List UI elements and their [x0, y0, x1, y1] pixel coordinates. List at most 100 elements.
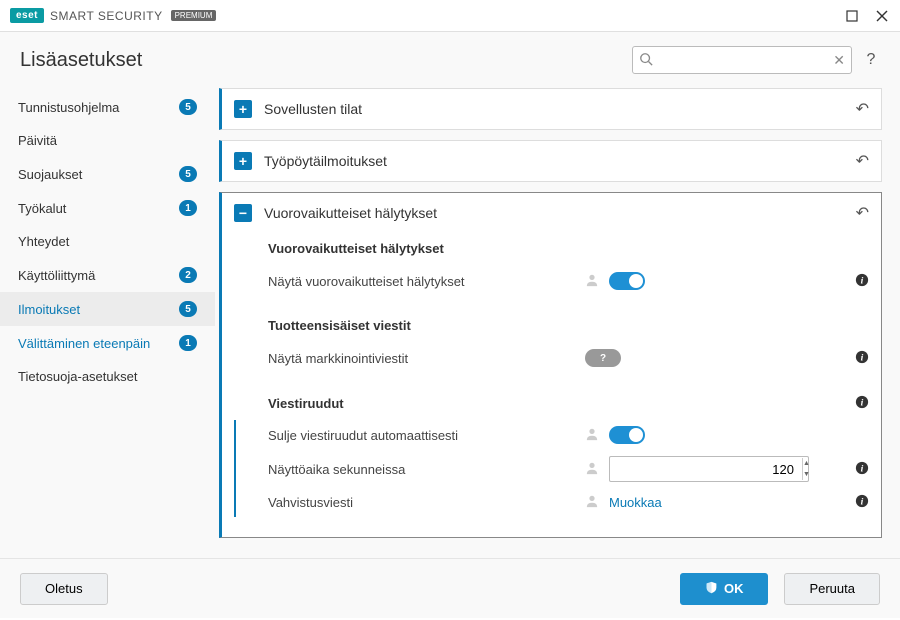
info-icon[interactable]: i [855, 494, 869, 511]
panel-interactive-alerts: − Vuorovaikutteiset hälytykset ↶ Vuorova… [219, 192, 882, 538]
close-button[interactable] [874, 8, 890, 24]
help-button[interactable]: ? [862, 51, 880, 69]
person-icon [585, 461, 599, 478]
sidebar-item-paivita[interactable]: Päivitä [0, 124, 215, 157]
default-button[interactable]: Oletus [20, 573, 108, 605]
undo-icon[interactable]: ↶ [856, 99, 869, 119]
page-title: Lisäasetukset [20, 49, 142, 72]
sidebar-item-label: Suojaukset [18, 167, 171, 182]
toggle-auto-close[interactable] [609, 426, 645, 444]
undo-icon[interactable]: ↶ [856, 203, 869, 223]
info-icon[interactable]: i [855, 395, 869, 412]
sidebar-item-kayttoliittyma[interactable]: Käyttöliittymä 2 [0, 258, 215, 292]
product-name: SMART SECURITY [50, 9, 163, 23]
sidebar-item-ilmoitukset[interactable]: Ilmoitukset 5 [0, 292, 215, 326]
info-icon[interactable]: i [855, 273, 869, 290]
search-icon [639, 52, 653, 69]
sidebar-item-label: Yhteydet [18, 234, 197, 249]
subsection-title: Vuorovaikutteiset hälytykset [268, 241, 869, 256]
display-time-spinner[interactable]: ▲ ▼ [609, 456, 809, 482]
footer: Oletus OK Peruuta [0, 558, 900, 618]
sidebar-item-label: Tietosuoja-asetukset [18, 369, 197, 384]
collapse-icon[interactable]: − [234, 204, 252, 222]
expand-icon[interactable]: + [234, 152, 252, 170]
window-controls [844, 8, 890, 24]
display-time-input[interactable] [610, 462, 802, 477]
badge: 5 [179, 99, 197, 115]
sidebar-item-label: Käyttöliittymä [18, 268, 171, 283]
row-label: Sulje viestiruudut automaattisesti [268, 428, 585, 443]
person-icon [585, 494, 599, 511]
sidebar-item-label: Tunnistusohjelma [18, 100, 171, 115]
row-confirmation: Vahvistusviesti Muokkaa i [268, 488, 869, 517]
panel-desktop-notifications: + Työpöytäilmoitukset ↶ [219, 140, 882, 182]
row-auto-close: Sulje viestiruudut automaattisesti [268, 420, 869, 450]
undo-icon[interactable]: ↶ [856, 151, 869, 171]
search-input[interactable] [653, 53, 833, 68]
row-label: Vahvistusviesti [268, 495, 585, 510]
panel-body: Vuorovaikutteiset hälytykset Näytä vuoro… [222, 233, 881, 537]
row-show-marketing: Näytä markkinointiviestit ? i [268, 343, 869, 373]
info-icon[interactable]: i [855, 350, 869, 367]
expand-icon[interactable]: + [234, 100, 252, 118]
sidebar-item-tietosuoja[interactable]: Tietosuoja-asetukset [0, 360, 215, 393]
brand-logo: eset [10, 8, 44, 23]
sidebar-item-suojaukset[interactable]: Suojaukset 5 [0, 157, 215, 191]
spinner-up-icon[interactable]: ▲ [803, 458, 810, 469]
clear-search-icon[interactable]: ✕ [833, 52, 845, 69]
panel-header-desktop-notifications[interactable]: + Työpöytäilmoitukset ↶ [222, 141, 881, 181]
sidebar-item-yhteydet[interactable]: Yhteydet [0, 225, 215, 258]
titlebar: eset SMART SECURITY PREMIUM [0, 0, 900, 32]
subsection-title: Tuotteensisäiset viestit [268, 318, 869, 333]
edit-link[interactable]: Muokkaa [609, 495, 662, 510]
svg-text:i: i [861, 497, 864, 508]
badge: 1 [179, 335, 197, 351]
sidebar-item-valittaminen[interactable]: Välittäminen eteenpäin 1 [0, 326, 215, 360]
toggle-show-alerts[interactable] [609, 272, 645, 290]
shield-icon [705, 581, 718, 597]
row-label: Näytä markkinointiviestit [268, 351, 585, 366]
subsection-alerts: Vuorovaikutteiset hälytykset Näytä vuoro… [268, 241, 869, 296]
ok-button[interactable]: OK [680, 573, 769, 605]
row-label: Näytä vuorovaikutteiset hälytykset [268, 274, 585, 289]
person-icon [585, 427, 599, 444]
header: Lisäasetukset ✕ ? [0, 32, 900, 84]
body: Tunnistusohjelma 5 Päivitä Suojaukset 5 Ty… [0, 84, 900, 558]
panel-header-app-states[interactable]: + Sovellusten tilat ↶ [222, 89, 881, 129]
badge: 5 [179, 166, 197, 182]
spinner-down-icon[interactable]: ▼ [803, 469, 810, 480]
subsection-product-messages: Tuotteensisäiset viestit Näytä markkinoi… [268, 318, 869, 373]
row-label: Näyttöaika sekunneissa [268, 462, 585, 477]
panel-title: Työpöytäilmoitukset [264, 153, 844, 169]
subsection-title: Viestiruudut [268, 396, 845, 411]
toggle-marketing[interactable]: ? [585, 349, 621, 367]
sidebar-item-label: Työkalut [18, 201, 171, 216]
titlebar-left: eset SMART SECURITY PREMIUM [10, 8, 216, 23]
badge: 5 [179, 301, 197, 317]
content: + Sovellusten tilat ↶ + Työpöytäilmoituk… [215, 84, 900, 558]
panel-app-states: + Sovellusten tilat ↶ [219, 88, 882, 130]
cancel-button[interactable]: Peruuta [784, 573, 880, 605]
sidebar-item-label: Välittäminen eteenpäin [18, 336, 171, 351]
svg-text:i: i [861, 398, 864, 409]
ok-label: OK [724, 581, 744, 596]
sidebar-item-label: Ilmoitukset [18, 302, 171, 317]
subsection-message-boxes: Viestiruudut i Sulje viestiruudut automa… [268, 395, 869, 517]
sidebar-item-label: Päivitä [18, 133, 197, 148]
panel-title: Sovellusten tilat [264, 101, 844, 117]
search-area: ✕ ? [632, 46, 880, 74]
row-show-interactive-alerts: Näytä vuorovaikutteiset hälytykset i [268, 266, 869, 296]
footer-right: OK Peruuta [680, 573, 880, 605]
info-icon[interactable]: i [855, 461, 869, 478]
sidebar-item-tyokalut[interactable]: Työkalut1 [0, 191, 215, 225]
sidebar-item-tunnistusohjelma[interactable]: Tunnistusohjelma 5 [0, 90, 215, 124]
search-box[interactable]: ✕ [632, 46, 852, 74]
badge: 2 [179, 267, 197, 283]
svg-text:i: i [861, 352, 864, 363]
row-display-time: Näyttöaika sekunneissa ▲ ▼ [268, 450, 869, 488]
panel-title: Vuorovaikutteiset hälytykset [264, 205, 844, 221]
panel-header-interactive-alerts[interactable]: − Vuorovaikutteiset hälytykset ↶ [222, 193, 881, 233]
maximize-button[interactable] [844, 8, 860, 24]
svg-text:i: i [861, 275, 864, 286]
person-icon [585, 273, 599, 290]
